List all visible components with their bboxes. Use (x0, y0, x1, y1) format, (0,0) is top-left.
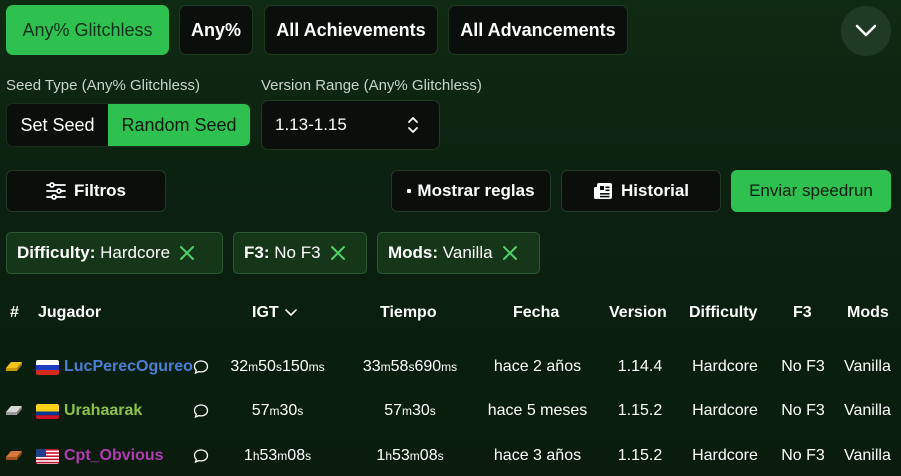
up-down-chevron-icon (408, 117, 418, 133)
category-label: Any% Glitchless (22, 19, 153, 40)
version-range-select[interactable]: 1.13-1.15 (261, 100, 440, 150)
time-value: 57 m 30 s (384, 402, 436, 419)
close-icon[interactable] (180, 246, 195, 260)
submit-speedrun-button[interactable]: Enviar speedrun (731, 170, 891, 212)
version-value: 1.15.2 (617, 447, 663, 464)
difficulty-value: Hardcore (692, 402, 758, 419)
category-label: All Advancements (460, 19, 616, 40)
sort-chevron-down-icon (284, 309, 297, 317)
chip-key: F3: (244, 243, 270, 262)
player-header[interactable]: Jugador (38, 304, 101, 322)
silver-medal-icon (6, 406, 22, 415)
f3-header[interactable]: F3 (793, 304, 812, 322)
mods-value: Vanilla (844, 402, 891, 419)
table-row[interactable]: Urahaarak 57 m 30 s 57 m 30 s hace 5 meses 1… (0, 389, 901, 433)
version-header[interactable]: Version (609, 304, 667, 322)
table-row[interactable]: LucPerecOgureo 32 m 50 s 150 ms 33 m 58 s 690… (0, 345, 901, 389)
rank-header: # (10, 304, 19, 321)
difficulty-header[interactable]: Difficulty (689, 304, 757, 322)
igt-value: 1h 53 m 08 s (243, 447, 312, 464)
submit-speedrun-label: Enviar speedrun (749, 181, 873, 200)
f3-filter-chip: F3: No F3 (233, 232, 367, 274)
category-any-glitchless-button[interactable]: Any% Glitchless (6, 5, 169, 55)
player-name[interactable]: Cpt_Obvious (64, 434, 189, 476)
igt-header-label: IGT (252, 304, 279, 321)
igt-value: 32 m 50 s 150 ms (230, 358, 325, 375)
difficulty-filter-chip: Difficulty: Hardcore (6, 232, 223, 274)
date-value: hace 2 años (493, 358, 582, 375)
comment-icon[interactable] (193, 359, 209, 375)
seed-type-label: Seed Type (Any% Glitchless) (6, 77, 200, 94)
version-value: 1.14.4 (617, 358, 663, 375)
category-label: All Achievements (276, 19, 426, 40)
time-value: 1h 53 m 08 s (376, 447, 444, 464)
gold-medal-icon (6, 362, 22, 371)
close-icon[interactable] (330, 246, 345, 260)
table-row[interactable]: Cpt_Obvious 1h 53 m 08 s 1h 53 m 08 s hace 3… (0, 434, 901, 476)
mods-filter-chip: Mods: Vanilla (377, 232, 540, 274)
russia-flag-icon (36, 360, 59, 375)
filters-label: Filtros (74, 181, 126, 200)
version-value: 1.15.2 (617, 402, 663, 419)
chevron-down-icon (855, 24, 877, 37)
date-value: hace 5 meses (487, 402, 588, 419)
date-header[interactable]: Fecha (513, 304, 559, 322)
more-categories-button[interactable] (841, 6, 891, 56)
player-name[interactable]: LucPerecOgureo (64, 345, 196, 389)
usa-flag-icon (36, 449, 59, 464)
category-bar: Any% Glitchless Any% All Achievements Al… (0, 0, 901, 62)
f3-value: No F3 (781, 358, 825, 375)
mods-value: Vanilla (844, 447, 891, 464)
history-button[interactable]: Historial (561, 170, 721, 212)
player-name-text: Urahaarak (64, 402, 143, 419)
mods-header[interactable]: Mods (847, 304, 889, 322)
f3-value: No F3 (781, 402, 825, 419)
player-name-text: LucPerecOgureo (64, 358, 193, 375)
show-rules-button[interactable]: Mostrar reglas (391, 170, 551, 212)
chip-value: Hardcore (100, 243, 171, 262)
f3-value: No F3 (781, 447, 825, 464)
comment-icon[interactable] (193, 448, 209, 464)
newspaper-icon (593, 183, 612, 199)
igt-value: 57 m 30 s (251, 402, 304, 419)
difficulty-value: Hardcore (692, 358, 758, 375)
chip-value: Vanilla (442, 243, 493, 262)
colombia-flag-icon (36, 404, 59, 419)
comment-icon[interactable] (193, 403, 209, 419)
igt-header[interactable]: IGT (252, 304, 297, 322)
category-any-button[interactable]: Any% (179, 5, 253, 55)
history-label: Historial (620, 181, 690, 200)
difficulty-value: Hardcore (692, 447, 758, 464)
date-value: hace 3 años (493, 447, 582, 464)
version-range-value: 1.13-1.15 (275, 115, 347, 134)
random-seed-option[interactable]: Random Seed (108, 104, 250, 146)
set-seed-option[interactable]: Set Seed (7, 104, 108, 146)
filters-button[interactable]: Filtros (6, 170, 166, 212)
player-name-text: Cpt_Obvious (64, 447, 164, 464)
chip-key: Mods: (388, 243, 439, 262)
seed-type-toggle: Set Seed Random Seed (6, 103, 251, 147)
time-value: 33 m 58 s 690 ms (362, 358, 458, 375)
category-label: Any% (190, 19, 241, 40)
time-header[interactable]: Tiempo (380, 304, 437, 322)
category-all-advancements-button[interactable]: All Advancements (448, 5, 628, 55)
mods-value: Vanilla (844, 358, 891, 375)
category-all-achievements-button[interactable]: All Achievements (264, 5, 438, 55)
bronze-medal-icon (6, 451, 22, 460)
close-icon[interactable] (502, 246, 517, 260)
show-rules-label: Mostrar reglas (417, 181, 535, 200)
chip-value: No F3 (274, 243, 321, 262)
dot-icon (407, 189, 412, 193)
sliders-icon (46, 182, 66, 200)
version-range-label: Version Range (Any% Glitchless) (261, 77, 482, 94)
player-name[interactable]: Urahaarak (64, 389, 189, 433)
chip-key: Difficulty: (17, 243, 96, 262)
